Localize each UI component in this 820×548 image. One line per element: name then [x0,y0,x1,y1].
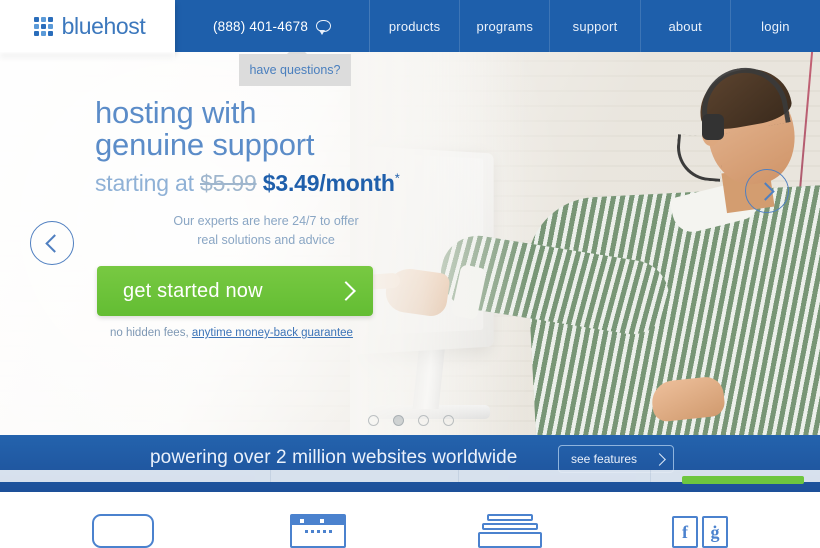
search-box-icon [92,514,154,548]
hero-headline: hosting with genuine support [95,97,495,161]
money-back-guarantee-link[interactable]: anytime money-back guarantee [192,327,353,339]
fineprint: no hidden fees, anytime money-back guara… [110,327,353,339]
nav-item-about[interactable]: about [641,0,731,52]
hero-carousel: hosting with genuine support starting at… [0,52,820,435]
chat-bubble-icon[interactable] [316,20,332,35]
cta-label: get started now [123,279,263,302]
grid-icon [33,16,53,36]
carousel-dot[interactable] [443,415,454,426]
chevron-right-icon [653,452,666,466]
price-prefix: starting at [95,169,194,196]
nav-label: programs [476,18,534,34]
chevron-right-icon [755,181,775,201]
fineprint-text: no hidden fees, [110,327,192,339]
chevron-right-icon [336,281,356,301]
feature-icon-row: f ġ [0,492,820,548]
logo[interactable]: bluehost [0,0,175,62]
site-header: bluehost (888) 401-4678 products program… [0,0,820,62]
nav-label: support [572,18,618,34]
hero-pricing: starting at $5.99 $3.49/month* [95,170,495,197]
feature-item-hosting-stack[interactable] [478,514,542,548]
carousel-dot[interactable] [418,415,429,426]
nav-item-login[interactable]: login [731,0,820,52]
nav-item-programs[interactable]: programs [460,0,551,52]
headline-line-1: hosting with [95,95,257,130]
carousel-dot[interactable] [368,415,379,426]
headline-line-2: genuine support [95,126,315,162]
nav-item-products[interactable]: products [370,0,461,52]
price-asterisk: * [394,170,400,186]
nav-label: login [761,18,790,34]
carousel-dots [368,415,454,426]
have-questions-tooltip[interactable]: have questions? [239,54,351,86]
main-navigation: products programs support about login [370,0,820,52]
subtext-line-2: real solutions and advice [197,232,335,247]
price-new: $3.49/month [262,169,395,196]
bluehost-homepage: bluehost (888) 401-4678 products program… [0,0,820,548]
feature-item-social[interactable]: f ġ [672,516,728,548]
phone-number-text: (888) 401-4678 [212,18,309,34]
facebook-icon[interactable]: f [672,516,698,548]
hero-subtext: Our experts are here 24/7 to offer real … [121,212,411,250]
carousel-next-button[interactable] [745,169,789,213]
headset-microphone-icon [674,134,724,182]
nav-item-support[interactable]: support [550,0,641,52]
see-features-label: see features [571,452,638,466]
see-features-button[interactable]: see features [558,445,674,473]
google-plus-icon[interactable]: ġ [702,516,728,548]
hero-copy: hosting with genuine support starting at… [95,97,495,249]
chevron-left-icon [44,233,64,253]
carousel-dot-active[interactable] [393,415,404,426]
logo-text: bluehost [61,12,146,39]
nav-label: about [668,18,702,34]
nav-label: products [388,18,441,34]
subtext-line-1: Our experts are here 24/7 to offer [173,213,359,228]
browser-window-icon [290,514,346,548]
tooltip-label: have questions? [249,63,341,77]
stacked-layers-icon [478,514,542,548]
get-started-button[interactable]: get started now [97,266,373,316]
banner-accent-bar [682,476,804,484]
carousel-prev-button[interactable] [30,221,74,265]
feature-item-search[interactable] [92,514,154,548]
social-icons: f ġ [672,516,728,548]
price-old: $5.99 [200,169,257,196]
phone-number-link[interactable]: (888) 401-4678 [175,0,370,52]
feature-item-website-builder[interactable] [290,514,346,548]
stats-banner-text: powering over 2 million websites worldwi… [150,447,518,468]
